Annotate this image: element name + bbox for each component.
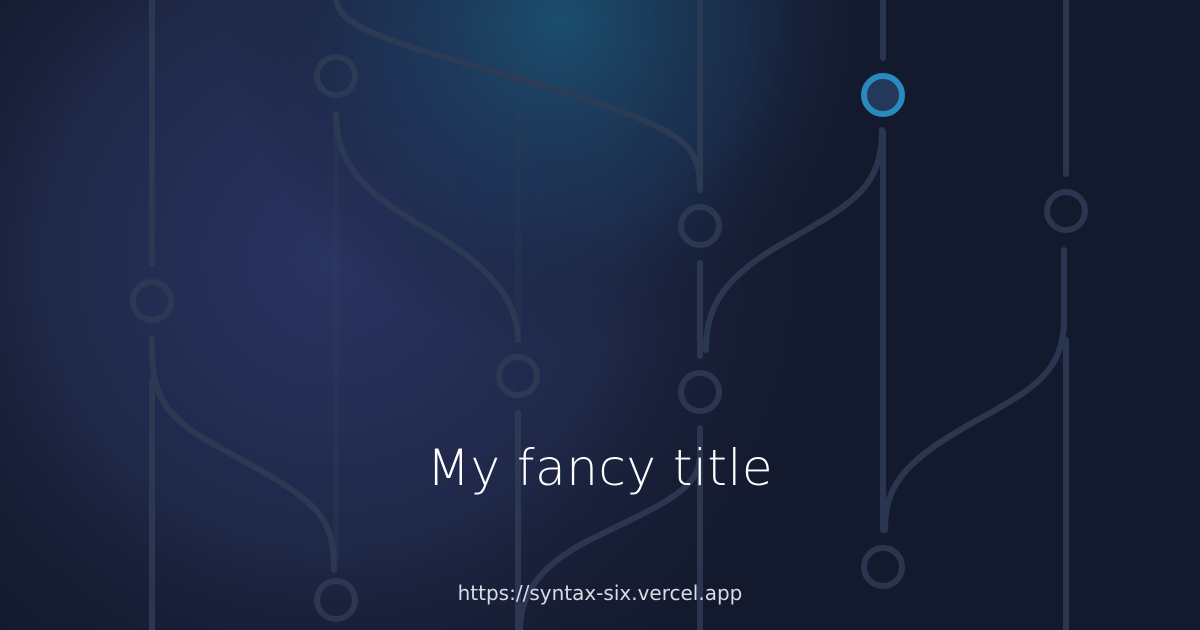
git-branch-graph-icon [0,0,1200,630]
page-title: My fancy title [426,439,774,497]
site-url: https://syntax-six.vercel.app [457,581,743,605]
active-commit-node [861,73,905,117]
og-image-card: My fancy title https://syntax-six.vercel… [0,0,1200,630]
